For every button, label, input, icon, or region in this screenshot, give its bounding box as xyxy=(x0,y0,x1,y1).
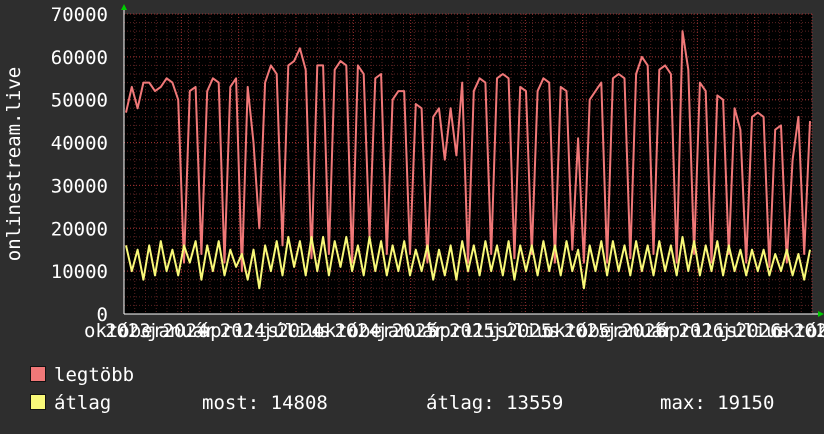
y-tick-label: 70000 xyxy=(51,4,108,26)
legend-item-legtobb: legtöbb xyxy=(30,364,134,386)
x-tick-year: 2024 xyxy=(334,320,380,342)
y-tick-label: 20000 xyxy=(51,218,108,240)
legend-swatch-atlag xyxy=(30,394,46,410)
legend-item-atlag: átlag xyxy=(30,392,111,414)
x-tick-year: 2026 xyxy=(678,320,724,342)
x-axis-arrow xyxy=(818,311,824,317)
y-axis-arrow xyxy=(121,4,127,10)
y-axis-label: onlinestream.live xyxy=(3,67,25,261)
x-tick-year: 2023 xyxy=(105,320,151,342)
x-tick-year: 2024 xyxy=(220,320,266,342)
legend-swatch-legtobb xyxy=(30,366,46,382)
y-tick-label: 50000 xyxy=(51,90,108,112)
x-tick-year: 2026 xyxy=(793,320,824,342)
x-tick-year: 2025 xyxy=(449,320,495,342)
y-tick-label: 60000 xyxy=(51,47,108,69)
stat-most: most: 14808 xyxy=(202,392,328,414)
stat-max: max: 19150 xyxy=(660,392,775,414)
y-tick-label: 10000 xyxy=(51,261,108,283)
legend-label-atlag: átlag xyxy=(54,392,112,414)
stat-atlag: átlag: 13559 xyxy=(426,392,564,414)
legend-label-legtobb: legtöbb xyxy=(54,364,135,386)
y-tick-label: 40000 xyxy=(51,133,108,155)
x-tick-year: 2025 xyxy=(564,320,610,342)
y-tick-label: 30000 xyxy=(51,175,108,197)
